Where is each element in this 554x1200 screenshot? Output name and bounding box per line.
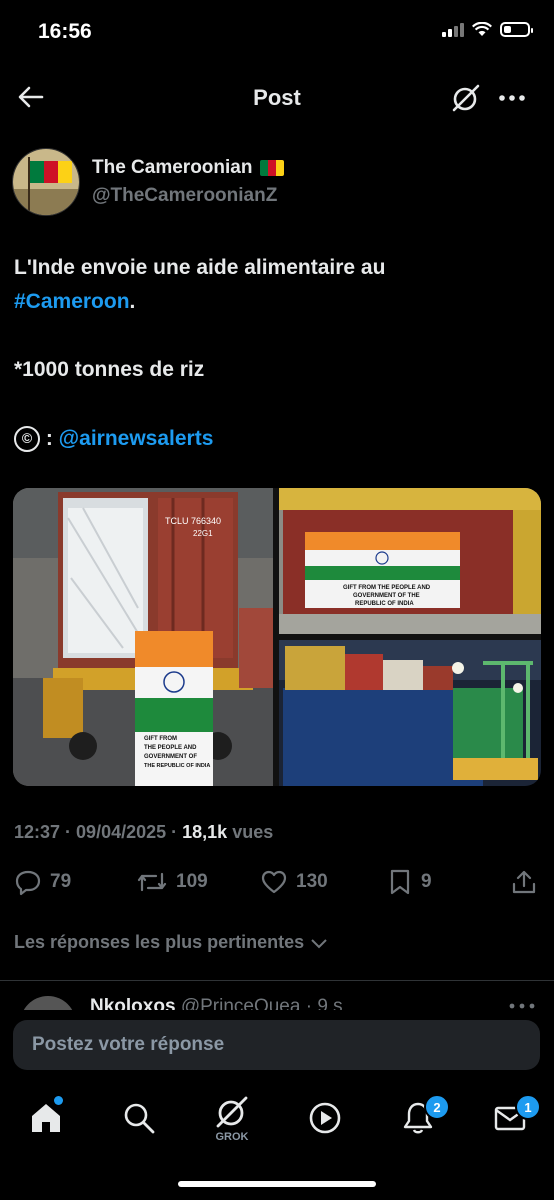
home-icon[interactable] bbox=[28, 1100, 64, 1136]
like-button[interactable]: 130 bbox=[260, 868, 328, 896]
reply-placeholder[interactable]: Postez votre réponse bbox=[32, 1034, 224, 1056]
home-unread-dot bbox=[54, 1096, 63, 1105]
avatar[interactable] bbox=[12, 148, 80, 216]
notifications-badge: 2 bbox=[424, 1094, 450, 1120]
bookmark-count: 9 bbox=[421, 871, 432, 892]
views-label[interactable]: vues bbox=[227, 822, 273, 842]
like-count: 130 bbox=[296, 871, 328, 892]
divider bbox=[0, 980, 554, 981]
post-meta: 12:37 · 09/04/2025 · 18,1k vues bbox=[14, 822, 273, 843]
banner-text-3: REPUBLIC OF INDIA bbox=[355, 601, 414, 607]
meta-separator: · bbox=[166, 822, 183, 842]
status-time: 16:56 bbox=[38, 20, 92, 43]
post-text-line: *1000 tonnes de riz bbox=[14, 358, 205, 381]
author-name[interactable]: The Cameroonian bbox=[92, 157, 285, 179]
sign-text-2: THE PEOPLE AND bbox=[144, 745, 197, 751]
sign-text-4: THE REPUBLIC OF INDIA bbox=[144, 763, 210, 769]
wifi-icon bbox=[472, 22, 492, 36]
mention-link[interactable]: @airnewsalerts bbox=[59, 427, 214, 450]
views-count[interactable]: 18,1k bbox=[182, 822, 227, 842]
post-text-hashtag-line: #Cameroon. bbox=[14, 286, 534, 318]
photo-cargo-ship bbox=[279, 640, 541, 786]
reply-count: 79 bbox=[50, 871, 72, 892]
status-icons bbox=[442, 22, 533, 37]
media-svg: TCLU 766340 22G1 GIFT FROM THE PEOPLE AN… bbox=[13, 488, 541, 786]
post-credit-line: © : @airnewsalerts bbox=[14, 423, 534, 455]
heart-icon bbox=[261, 870, 287, 894]
bookmark-button[interactable]: 9 bbox=[387, 868, 432, 896]
post-date: 09/04/2025 bbox=[76, 822, 167, 842]
photo-container-truck: TCLU 766340 22G1 GIFT FROM THE PEOPLE AN… bbox=[13, 488, 273, 786]
banner-text-2: GOVERNMENT OF THE bbox=[353, 593, 420, 599]
grok-tab-label[interactable]: GROK bbox=[212, 1131, 252, 1143]
bookmark-icon bbox=[390, 869, 410, 895]
reply-button[interactable]: 79 bbox=[14, 868, 71, 896]
more-options-icon[interactable] bbox=[496, 86, 528, 110]
chevron-down-icon bbox=[311, 938, 327, 948]
repost-button[interactable]: 109 bbox=[136, 868, 208, 896]
sort-label[interactable]: Les réponses les plus pertinentes bbox=[14, 932, 304, 953]
grok-icon[interactable] bbox=[450, 82, 482, 114]
post-text-line: L'Inde envoie une aide alimentaire au bbox=[14, 256, 386, 279]
cellular-signal-icon bbox=[442, 22, 464, 37]
author-handle[interactable]: @TheCameroonianZ bbox=[92, 185, 277, 207]
repost-count: 109 bbox=[176, 871, 208, 892]
sign-text-3: GOVERNMENT OF bbox=[144, 754, 197, 760]
container-code-text: TCLU 766340 bbox=[165, 516, 221, 526]
home-indicator[interactable] bbox=[178, 1181, 376, 1187]
container-sub-text: 22G1 bbox=[193, 529, 213, 538]
photo-container-banner: GIFT FROM THE PEOPLE AND GOVERNMENT OF T… bbox=[279, 488, 541, 634]
video-play-icon[interactable] bbox=[307, 1100, 343, 1136]
replies-sort-dropdown[interactable]: Les réponses les plus pertinentes bbox=[14, 932, 328, 953]
share-icon bbox=[512, 870, 536, 894]
post-actions: 79 109 130 9 bbox=[14, 868, 540, 898]
share-button[interactable] bbox=[510, 868, 538, 896]
hashtag-suffix: . bbox=[129, 290, 136, 313]
repost-icon bbox=[137, 872, 167, 892]
messages-badge: 1 bbox=[515, 1094, 541, 1120]
copyright-icon: © bbox=[14, 426, 40, 452]
grok-tab-icon[interactable] bbox=[214, 1094, 250, 1130]
battery-level bbox=[504, 26, 511, 33]
search-icon[interactable] bbox=[121, 1100, 157, 1136]
reply-icon bbox=[15, 870, 41, 896]
post-time: 12:37 bbox=[14, 822, 61, 842]
meta-separator: · bbox=[60, 822, 77, 842]
credit-separator: : bbox=[40, 427, 59, 450]
banner-text-1: GIFT FROM THE PEOPLE AND bbox=[343, 585, 431, 591]
hashtag-link[interactable]: #Cameroon bbox=[14, 290, 130, 313]
post-media-grid[interactable]: TCLU 766340 22G1 GIFT FROM THE PEOPLE AN… bbox=[13, 488, 541, 786]
author-name-text[interactable]: The Cameroonian bbox=[92, 157, 252, 179]
battery-icon bbox=[500, 22, 533, 37]
sign-text-1: GIFT FROM bbox=[144, 736, 177, 742]
cameroon-flag-icon bbox=[260, 160, 285, 176]
